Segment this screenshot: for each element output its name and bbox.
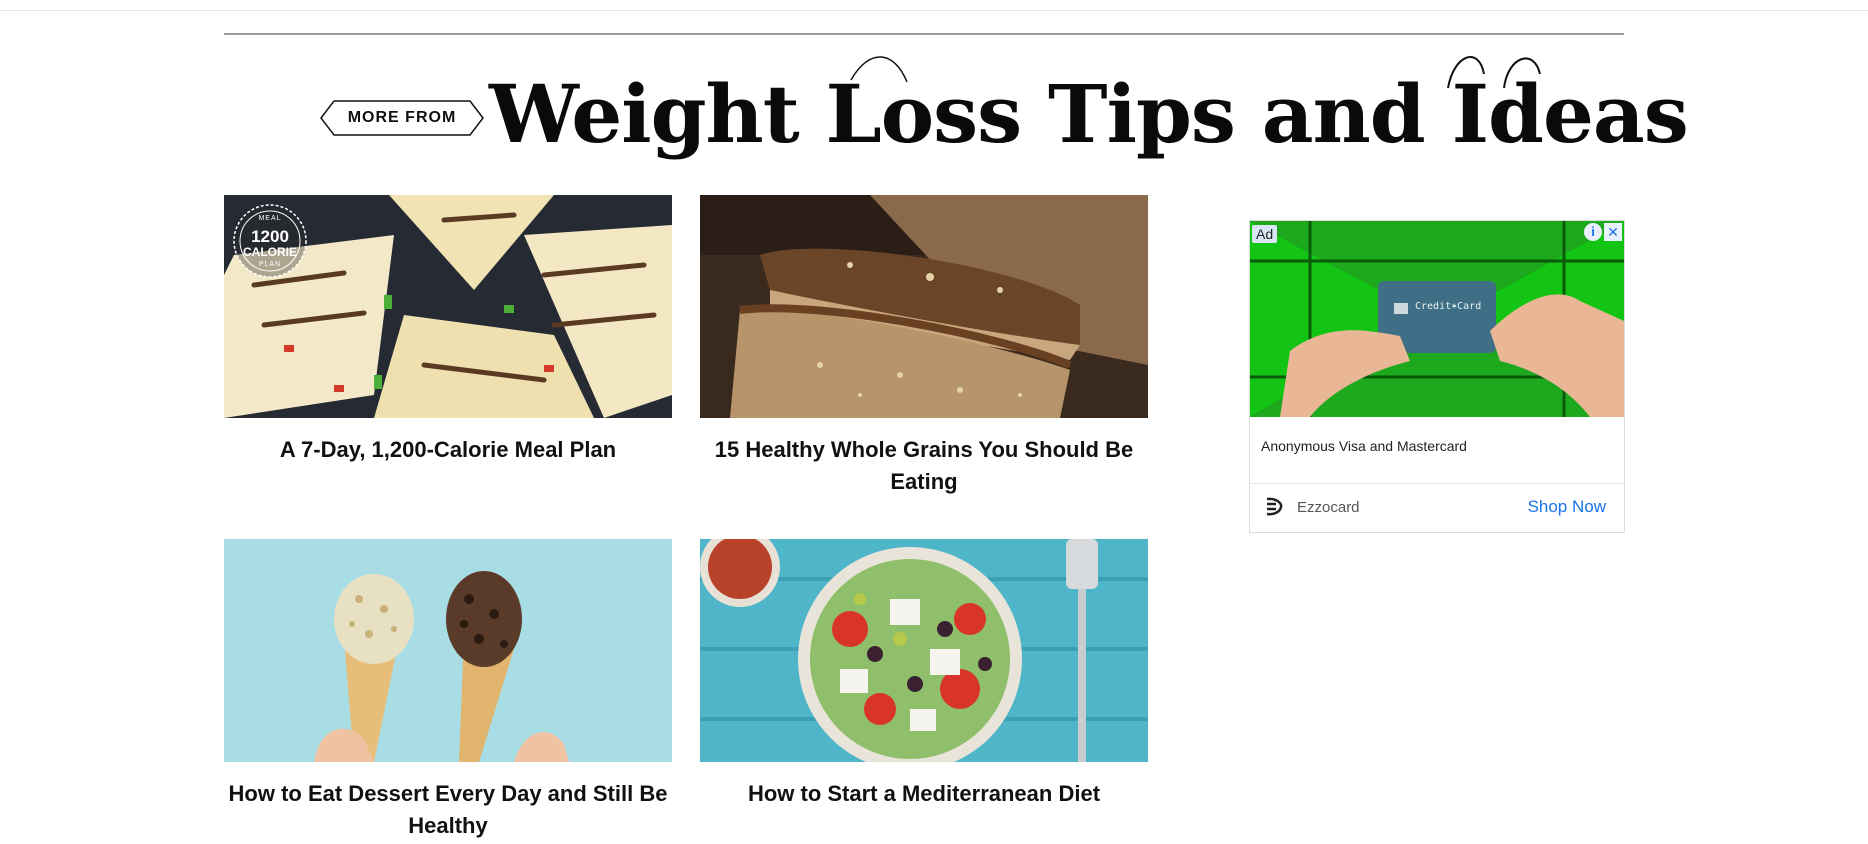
close-icon[interactable]: ✕ <box>1604 223 1622 241</box>
info-icon[interactable]: i <box>1584 223 1602 241</box>
article-headline[interactable]: 15 Healthy Whole Grains You Should Be Ea… <box>700 434 1148 498</box>
ad-brand-name: Ezzocard <box>1297 499 1360 516</box>
ad-headline[interactable]: Anonymous Visa and Mastercard <box>1261 438 1467 454</box>
quesadilla-photo[interactable]: MEAL 1200 CALORIE PLAN <box>224 195 672 418</box>
ad-credit-card-image[interactable]: Ad i ✕ Credit✶Card <box>1250 221 1624 417</box>
badge-bottom-text: PLAN <box>258 261 282 268</box>
shop-now-button[interactable]: Shop Now <box>1528 497 1606 517</box>
flourish-icon <box>850 56 908 83</box>
article-headline[interactable]: How to Start a Mediterranean Diet <box>700 778 1148 810</box>
section-rule <box>224 33 1624 35</box>
article-card[interactable]: 15 Healthy Whole Grains You Should Be Ea… <box>700 195 1148 498</box>
bread-photo[interactable] <box>700 195 1148 418</box>
badge-number: 1200 <box>251 227 289 246</box>
ezzocard-logo-icon <box>1266 497 1283 516</box>
calorie-badge-icon: MEAL 1200 CALORIE PLAN <box>232 203 308 279</box>
article-card[interactable]: How to Start a Mediterranean Diet <box>700 539 1148 810</box>
ad-label: Ad <box>1252 225 1278 243</box>
more-from-label: MORE FROM <box>347 109 457 126</box>
ad-card-text: Credit✶Card <box>1415 301 1482 312</box>
flourish-icon <box>1447 56 1541 89</box>
article-card[interactable]: How to Eat Dessert Every Day and Still B… <box>224 539 672 842</box>
more-from-tag: MORE FROM <box>320 100 484 136</box>
ice-cream-photo[interactable] <box>224 539 672 762</box>
badge-top-text: MEAL <box>258 215 282 222</box>
badge-unit: CALORIE <box>243 245 297 259</box>
ad-divider <box>1250 483 1624 484</box>
article-headline[interactable]: A 7-Day, 1,200-Calorie Meal Plan <box>224 434 672 466</box>
section-header: MORE FROM Weight Loss Tips and Ideas <box>224 40 1689 161</box>
greek-salad-photo[interactable] <box>700 539 1148 762</box>
article-card[interactable]: MEAL 1200 CALORIE PLAN A 7-Day, 1,200-Ca… <box>224 195 672 466</box>
top-divider <box>0 10 1868 11</box>
advertisement[interactable]: Ad i ✕ Credit✶Card Anonymous Visa and Ma… <box>1249 220 1625 533</box>
article-headline[interactable]: How to Eat Dessert Every Day and Still B… <box>224 778 672 842</box>
